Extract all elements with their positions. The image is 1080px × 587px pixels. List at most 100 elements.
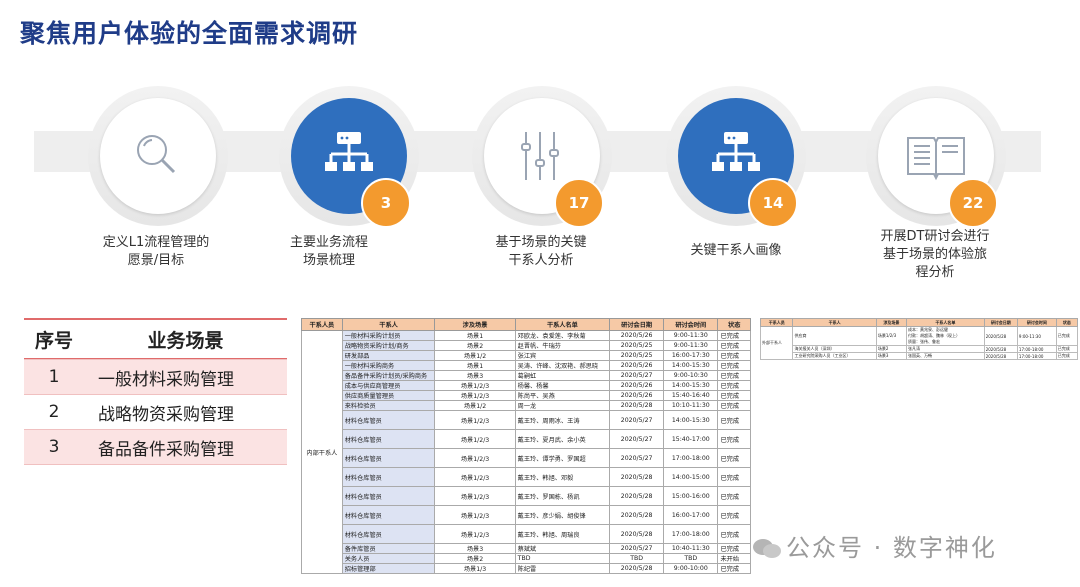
table-row: 来料检验员 场景1/2 周一龙 2020/5/28 10:10-11:30 已完成: [302, 400, 751, 411]
table-cell: 张江宾: [514, 350, 611, 361]
scenario-row: 3 备品备件采购管理: [24, 429, 287, 465]
table-cell: 16:00-17:30: [663, 350, 719, 361]
process-step-5: 22 开展DT研讨会进行 基于场景的体验旅 程分析: [866, 86, 1026, 336]
table-cell: 已完成: [717, 350, 751, 361]
table-cell: 10:40-11:30: [663, 543, 719, 554]
table-cell: 2020/5/28: [983, 345, 1018, 353]
table-cell: 2020/5/27: [609, 370, 665, 381]
table-cell: 场景1/2: [434, 400, 516, 411]
table-cell: 已完成: [1055, 352, 1079, 360]
table-cell: 已完成: [717, 370, 751, 381]
table-cell: 已完成: [717, 486, 751, 506]
table-cell: 已完成: [717, 400, 751, 411]
external-stakeholder-table: 干系人员 干系人 涉及场景 干系人名单 研讨会日期 研讨会时间 状态 外部干系人…: [759, 318, 1079, 360]
table-cell: 已完成: [717, 380, 751, 391]
table-row: 材料仓库管员 场景1/2/3 戴王玲、韩旭、邓毅 2020/5/28 14:00-15:…: [302, 467, 751, 487]
table-cell: 已完成: [717, 360, 751, 371]
table-cell: 已完成: [1055, 345, 1079, 353]
table-cell: TBD: [663, 553, 719, 564]
table-cell: 场景1/2/3: [434, 486, 516, 506]
process-step-2: 3 主要业务流程 场景梳理: [279, 86, 439, 336]
table-cell: 9:00-10:30: [663, 370, 719, 381]
table-cell: 9:00-10:00: [663, 563, 719, 574]
table-cell: 邓欧龙、袁爱莲、李秋菊: [514, 330, 611, 341]
table-cell: 2020/5/27: [609, 448, 665, 468]
table-row: 招标管理部 场景1/3 陈纪雷 2020/5/28 9:00-10:00 已完成: [302, 563, 751, 574]
table-row: 一般材料采购商务 场景1 吴涛、许峰、沈双艳、郝思晓 2020/5/26 14:00-1…: [302, 360, 751, 371]
table-cell: 吴涛、许峰、沈双艳、郝思晓: [514, 360, 611, 371]
process-step-3: 17 基于场景的关键 干系人分析: [472, 86, 632, 336]
table-cell: 成本：黄兆泉、彭远健 付款：胡超涛、魏林（现上） 质量：张伟、鲁宏: [906, 326, 985, 346]
table-row: 研发部品 场景1/2 张江宾 2020/5/25 16:00-17:30 已完成: [302, 350, 751, 361]
table-cell: 2020/5/28: [609, 563, 665, 574]
table-cell: 戴王玲、韩旭、邓毅: [514, 467, 611, 487]
table-cell: 成本与供应商管理员: [341, 380, 436, 391]
table-cell: 已完成: [717, 390, 751, 401]
table-cell: 材料仓库管员: [341, 410, 436, 430]
table-cell: 戴王玲、周雨冰、王涛: [514, 410, 611, 430]
table-row: 材料仓库管员 场景1/2/3 戴王玲、罗国栋、杨凯 2020/5/28 15:00-16…: [302, 486, 751, 506]
table-cell: 未开始: [717, 553, 751, 564]
table-cell: 战略物资采购计划/商务: [341, 340, 436, 351]
table-cell: 工业研究院采购人员（工业区）: [792, 352, 877, 360]
table-cell: 场景1: [434, 330, 516, 341]
count-badge: 3: [361, 178, 411, 228]
table-row: 工业研究院采购人员（工业区） 场景3 张国英、万畅 2020/5/28 17:00-18…: [761, 352, 1079, 360]
table-row: 备品备件采购计划员/采购商务 场景3 葛嗣虹 2020/5/27 9:00-10:30 已…: [302, 370, 751, 381]
table-cell: 材料仓库管员: [341, 524, 436, 544]
table-cell: 已完成: [717, 330, 751, 341]
table-cell: 已完成: [717, 467, 751, 487]
table-cell: 2020/5/26: [609, 380, 665, 391]
table-row: 供应商质量管理员 场景1/2/3 陈尚平、吴燕 2020/5/26 15:40-16:4…: [302, 390, 751, 401]
watermark: 公众号 · 数字神化: [752, 528, 997, 563]
table-cell: 14:00-15:30: [663, 360, 719, 371]
table-cell: 材料仓库管员: [341, 486, 436, 506]
table-cell: 2020/5/28: [609, 486, 665, 506]
table-cell: 材料仓库管员: [341, 505, 436, 525]
process-step-4: 14 关键干系人画像: [666, 86, 826, 336]
table-cell: 2020/5/27: [609, 429, 665, 449]
step-caption: 主要业务流程 场景梳理: [289, 235, 368, 268]
table-cell: 2020/5/25: [609, 350, 665, 361]
table-cell: 2020/5/28: [609, 467, 665, 487]
table-cell: 戴王玲、谭学勇、罗国超: [514, 448, 611, 468]
table-cell: 场景1/2/3: [434, 410, 516, 430]
table-row: 战略物资采购计划/商务 场景2 赵晋帆、牛瑞芬 2020/5/25 9:00-11:30…: [302, 340, 751, 351]
step-caption: 开展DT研讨会进行 基于场景的体验旅 程分析: [880, 229, 990, 280]
table-cell: 材料仓库管员: [341, 467, 436, 487]
table-cell: 2020/5/26: [609, 330, 665, 341]
table-row: 材料仓库管员 场景1/2/3 戴王玲、谭学勇、罗国超 2020/5/27 17:00-1…: [302, 448, 751, 468]
table-cell: 周一龙: [514, 400, 611, 411]
table-cell: 场景1/2/3: [434, 390, 516, 401]
table-cell: 9:00-11:30: [663, 330, 719, 341]
table-cell: 2020/5/28: [983, 352, 1018, 360]
table-cell: 海关报关人员（深圳）: [792, 345, 877, 353]
table-cell: 场景1/2/3: [434, 448, 516, 468]
table-cell: 陈纪雷: [514, 563, 611, 574]
table-row: 外部干系人 供应商 场景1/2/3 成本：黄兆泉、彭远健 付款：胡超涛、魏林（现上） …: [759, 326, 1079, 360]
scenario-table: 序号 业务场景 1 一般材料采购管理 2 战略物资采购管理 3 备品备件采购管理: [24, 318, 287, 465]
table-cell: 15:00-16:00: [663, 486, 719, 506]
table-cell: 2020/5/25: [609, 340, 665, 351]
table-cell: 陈尚平、吴燕: [514, 390, 611, 401]
table-cell: 戴王玲、夏月武、余小英: [514, 429, 611, 449]
table-cell: 15:40-17:00: [663, 429, 719, 449]
table-cell: 场景1/3: [434, 563, 516, 574]
step-caption: 关键干系人画像: [690, 243, 782, 258]
table-cell: 场景1/2/3: [434, 505, 516, 525]
table-cell: 场景3: [434, 370, 516, 381]
table-row: 成本与供应商管理员 场景1/2/3 杨馨、杨馨 2020/5/26 14:00-15:3…: [302, 380, 751, 391]
table-cell: 杨馨、杨馨: [514, 380, 611, 391]
scenario-row: 1 一般材料采购管理: [24, 359, 287, 395]
table-cell: 备件库管员: [341, 543, 436, 554]
table-cell: 已完成: [717, 524, 751, 544]
table-header-row: 干系人员 干系人 涉及场景 干系人名单 研讨会日期 研讨会时间 状态: [301, 318, 751, 331]
table-cell: 10:10-11:30: [663, 400, 719, 411]
table-row: 材料仓库管员 场景1/2/3 戴王玲、周雨冰、王涛 2020/5/27 14:00-15…: [302, 410, 751, 430]
table-cell: 场景1/2/3: [434, 467, 516, 487]
table-cell: 14:00-15:00: [663, 467, 719, 487]
scenario-table-header: 序号 业务场景: [24, 320, 287, 359]
table-cell: 2020/5/26: [609, 390, 665, 401]
table-row: 关务人员 场景2 TBD TBD TBD 未开始: [302, 553, 751, 564]
process-step-1: 定义L1流程管理的 愿景/目标: [88, 86, 248, 336]
